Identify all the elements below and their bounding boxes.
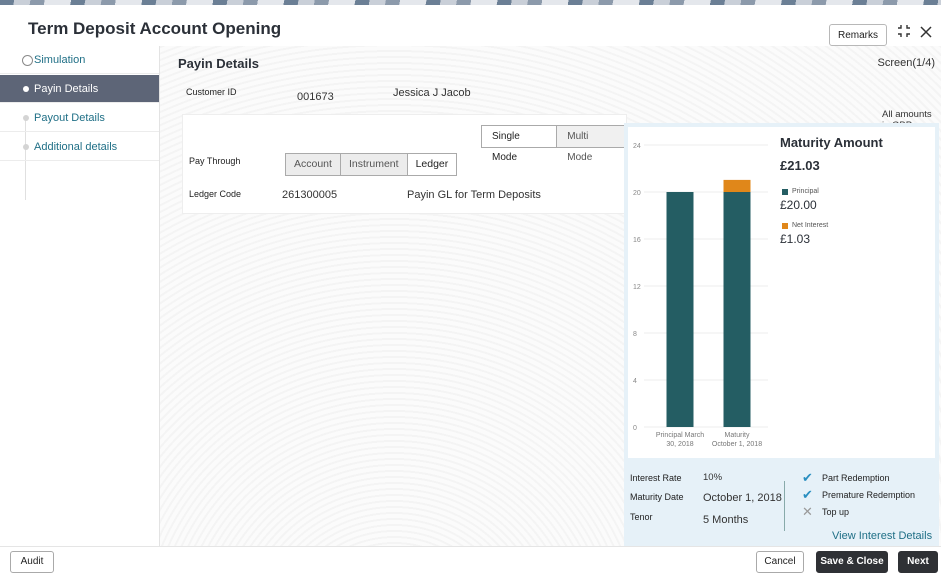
view-interest-details-link[interactable]: View Interest Details (832, 530, 932, 542)
section-title: Payin Details (178, 56, 259, 71)
premature-redemption-feature: Premature Redemption (822, 490, 916, 500)
y-tick-label: 20 (633, 190, 641, 197)
next-button[interactable]: Next (898, 551, 938, 573)
tenor-value: 5 Months (703, 514, 749, 526)
sidebar-item-payin-details[interactable]: Payin Details (0, 75, 159, 103)
audit-button[interactable]: Audit (10, 551, 54, 573)
screen-indicator: Screen(1/4) (877, 57, 935, 69)
ledger-code-label: Ledger Code (189, 189, 242, 199)
interest-rate-label: Interest Rate (630, 473, 682, 483)
y-tick-label: 8 (633, 331, 637, 338)
x-tick-label: Maturity (725, 432, 750, 439)
cancel-button[interactable]: Cancel (756, 551, 804, 573)
chart-panel: 0 4 8 12 16 20 24 Principal March 30, 2018 Maturi… (628, 127, 935, 458)
y-tick-label: 16 (633, 237, 641, 244)
mode-toggle: Single Mode Multi Mode (481, 125, 626, 163)
tenor-label: Tenor (630, 512, 653, 522)
x-tick-label: Principal March (656, 432, 704, 439)
customer-id-value: 001673 (297, 91, 334, 103)
step-dot-icon (23, 86, 29, 92)
principal-legend-label: Principal (792, 188, 819, 195)
close-icon[interactable] (917, 24, 935, 44)
main-content: Payin Details Screen(1/4) Customer ID 00… (160, 46, 941, 546)
customer-name: Jessica J Jacob (393, 87, 471, 99)
pay-through-instrument-button[interactable]: Instrument (340, 153, 408, 176)
interest-rate-value: 10% (703, 472, 723, 483)
ledger-description: Payin GL for Term Deposits (407, 189, 541, 201)
minimize-icon[interactable] (895, 24, 913, 44)
pay-through-account-button[interactable]: Account (285, 153, 341, 176)
sidebar-item-label: Simulation (34, 54, 86, 66)
sidebar-item-label: Payout Details (34, 112, 105, 124)
window-header: Term Deposit Account Opening Remarks (0, 5, 941, 46)
principal-legend-swatch (782, 189, 788, 195)
step-dot-icon (23, 115, 29, 121)
single-mode-button[interactable]: Single Mode (481, 125, 558, 163)
sidebar-item-label: Additional details (34, 141, 118, 153)
pay-through-label: Pay Through (189, 156, 241, 166)
pay-through-toggle: Account Instrument Ledger (285, 153, 458, 176)
top-up-feature: Top up (822, 507, 850, 517)
y-tick-label: 24 (633, 143, 641, 150)
sidebar-item-payout-details[interactable]: Payout Details (0, 104, 159, 132)
y-tick-label: 0 (633, 425, 637, 432)
sidebar: Simulation Payin Details Payout Details … (0, 46, 160, 546)
maturity-amount-title: Maturity Amount (780, 135, 883, 150)
customer-id-label: Customer ID (186, 87, 237, 97)
check-icon: ✔ (802, 487, 813, 502)
y-tick-label: 12 (633, 284, 641, 291)
maturity-summary-panel: 0 4 8 12 16 20 24 Principal March 30, 2018 Maturi… (624, 123, 939, 546)
y-tick-label: 4 (633, 378, 637, 385)
check-circle-icon (22, 55, 33, 66)
check-icon: ✔ (802, 470, 813, 485)
net-interest-legend-amount: £1.03 (780, 232, 811, 246)
net-interest-legend-swatch (782, 223, 788, 229)
bar-principal (723, 192, 751, 427)
bar-net-interest (723, 179, 751, 192)
x-tick-label: 30, 2018 (666, 441, 693, 448)
sidebar-item-additional-details[interactable]: Additional details (0, 133, 159, 161)
page-title: Term Deposit Account Opening (28, 19, 282, 38)
principal-legend-amount: £20.00 (780, 198, 817, 212)
cross-icon: ✕ (802, 504, 813, 519)
multi-mode-button[interactable]: Multi Mode (557, 125, 626, 163)
x-tick-label: October 1, 2018 (712, 441, 762, 448)
sidebar-item-simulation[interactable]: Simulation (0, 46, 159, 74)
ledger-code-value: 261300005 (282, 189, 338, 201)
net-interest-legend-label: Net Interest (792, 222, 829, 229)
save-close-button[interactable]: Save & Close (816, 551, 888, 573)
maturity-chart: 0 4 8 12 16 20 24 Principal March 30, 2018 Maturi… (633, 143, 768, 448)
sidebar-item-label: Payin Details (34, 83, 99, 95)
bar-principal (666, 192, 694, 427)
part-redemption-feature: Part Redemption (822, 473, 890, 483)
payin-form-card: Single Mode Multi Mode Pay Through Accou… (182, 114, 627, 214)
maturity-date-label: Maturity Date (630, 492, 684, 502)
step-dot-icon (23, 144, 29, 150)
maturity-date-value: October 1, 2018 (703, 492, 782, 504)
pay-through-ledger-button[interactable]: Ledger (407, 153, 458, 176)
divider (784, 481, 785, 531)
remarks-button[interactable]: Remarks (829, 24, 887, 46)
maturity-amount-value: £21.03 (780, 158, 820, 173)
footer-bar: Audit Cancel Save & Close Next (0, 546, 941, 575)
